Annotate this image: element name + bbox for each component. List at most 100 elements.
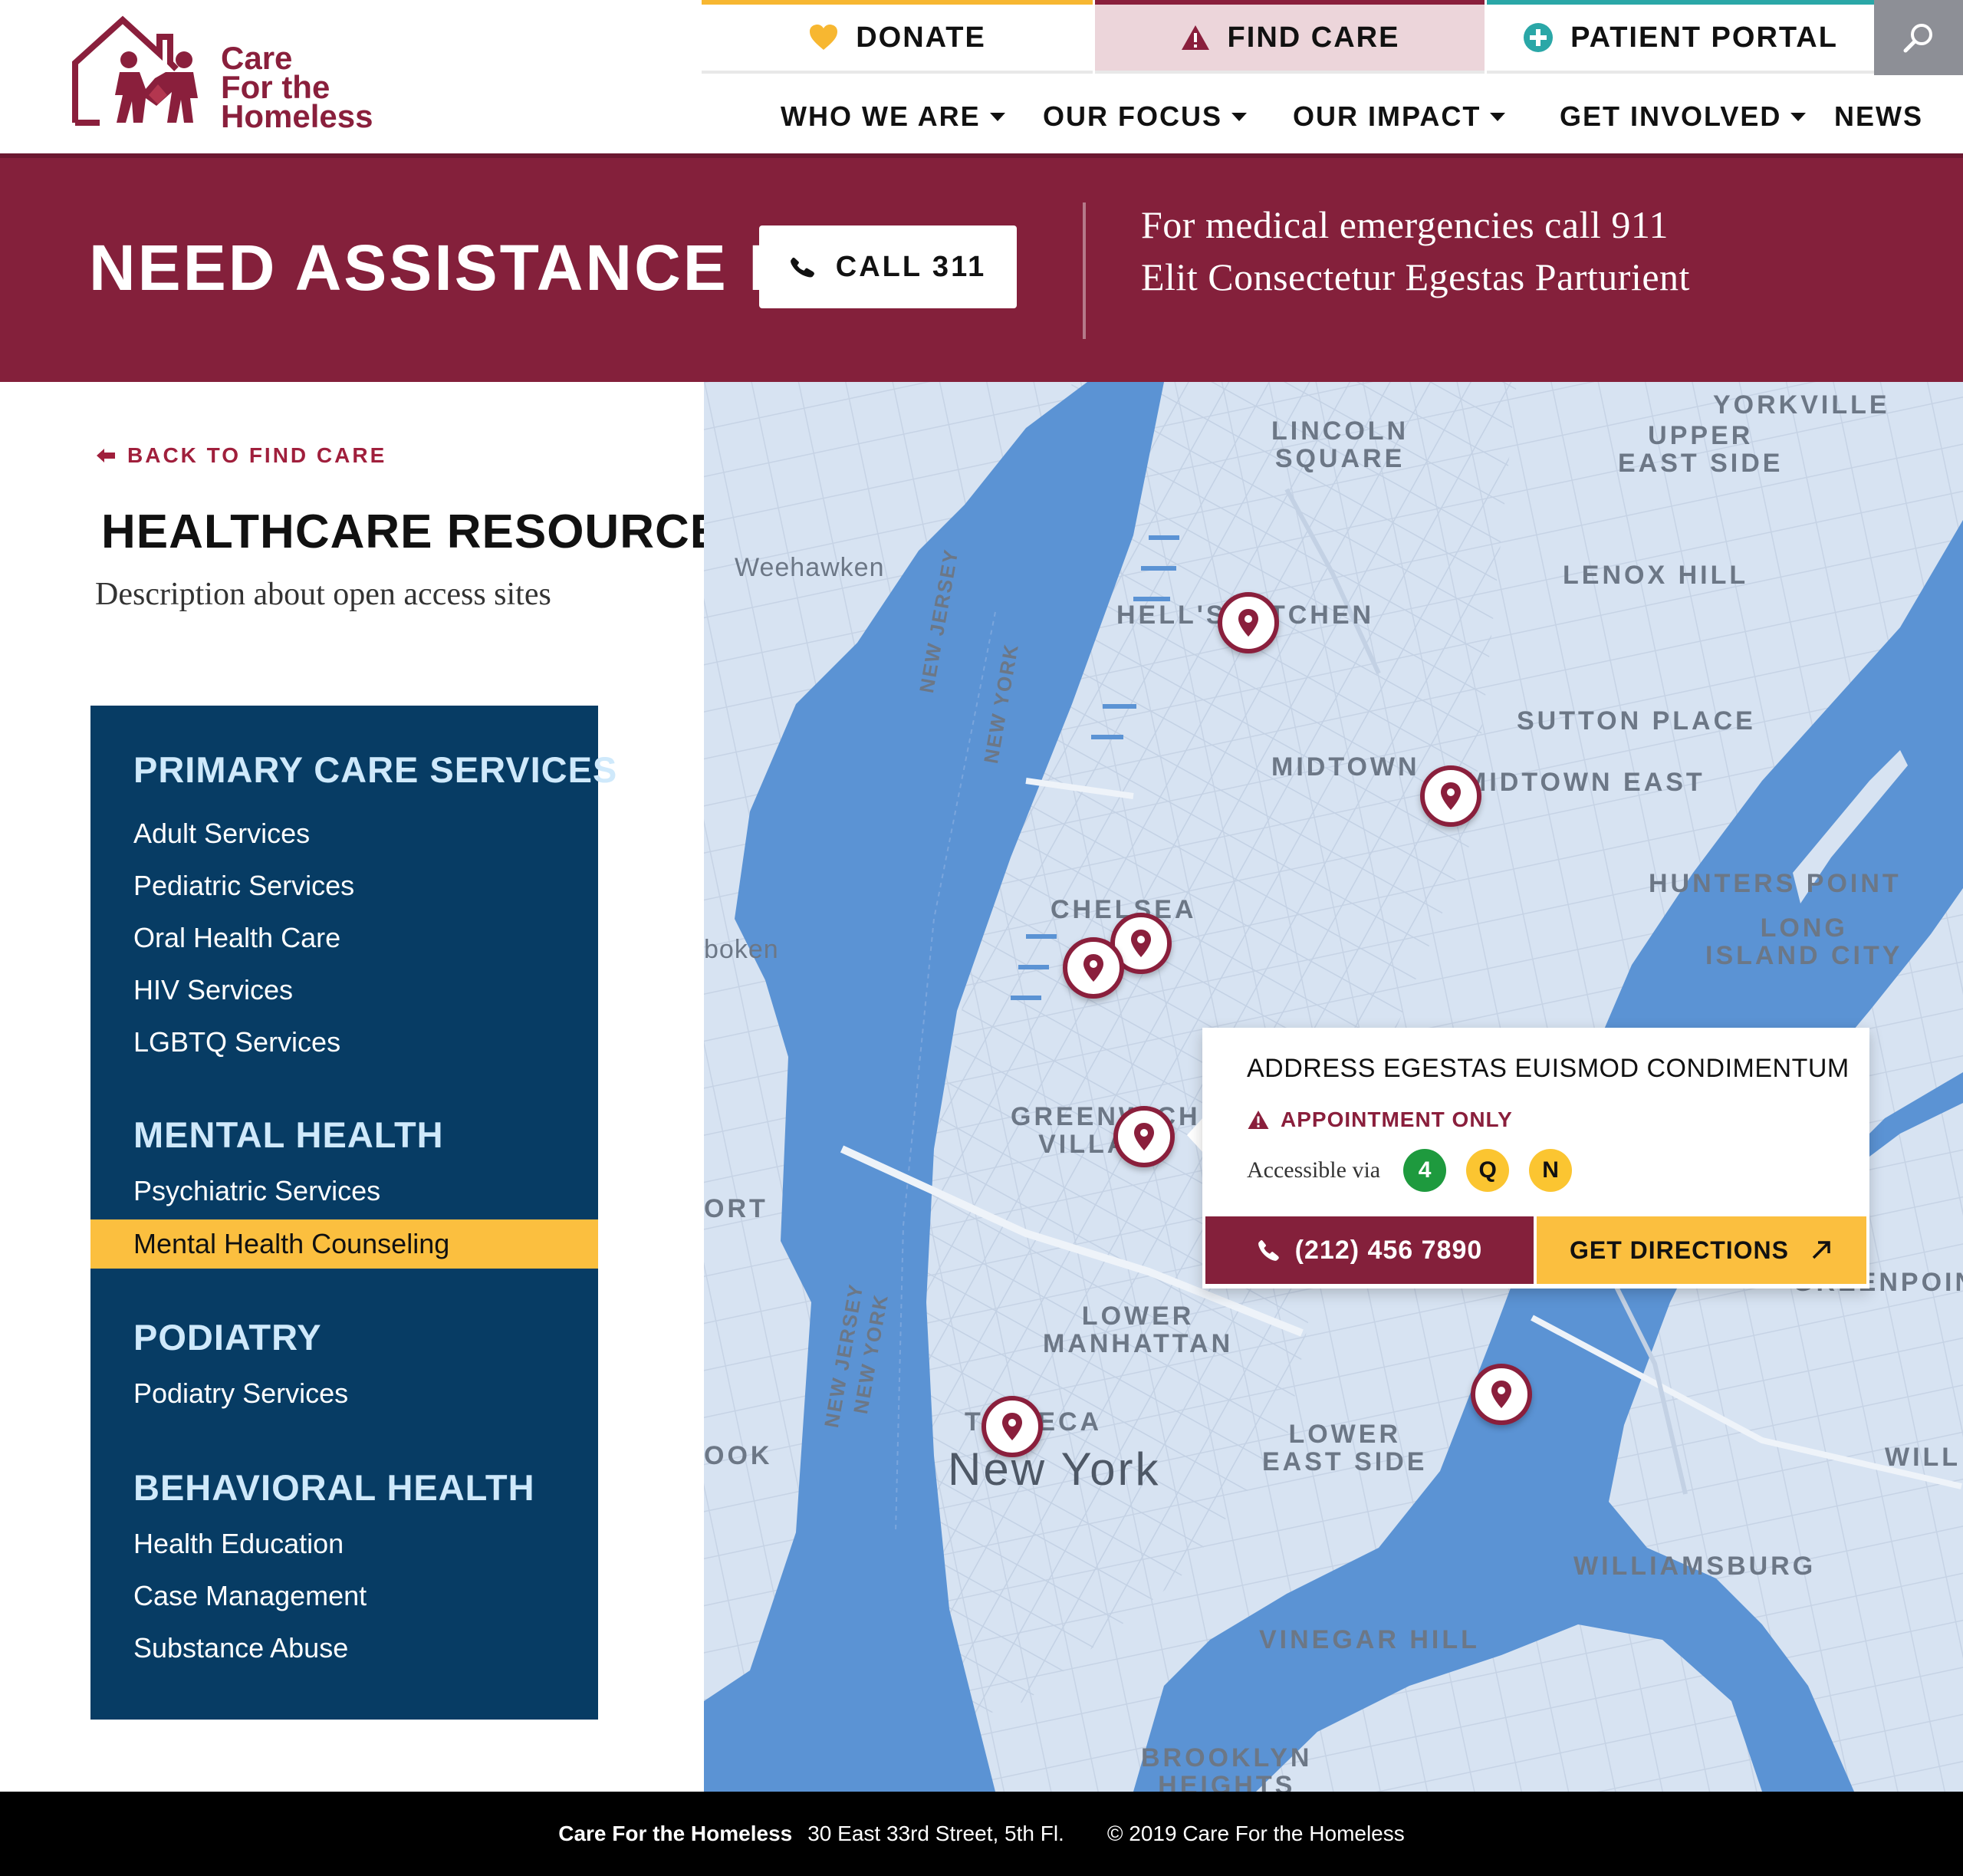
site-header: Care For the Homeless DONATE FIND CARE P… <box>0 0 1963 153</box>
call-311-button[interactable]: CALL 311 <box>759 225 1017 308</box>
group-heading-podiatry: PODIATRY <box>133 1317 322 1358</box>
search-button[interactable] <box>1874 0 1963 75</box>
service-link[interactable]: Substance Abuse <box>133 1632 348 1664</box>
map-label-lower-east-side: LOWER EAST SIDE <box>1262 1420 1428 1476</box>
location-pin-icon <box>1491 1381 1511 1408</box>
phone-icon <box>1258 1240 1279 1261</box>
patient-portal-link[interactable]: PATIENT PORTAL <box>1487 0 1874 74</box>
warning-icon <box>1248 1111 1269 1129</box>
service-link[interactable]: Oral Health Care <box>133 922 340 954</box>
appointment-only-badge: APPOINTMENT ONLY <box>1247 1107 1513 1132</box>
chevron-down-icon <box>1231 112 1247 121</box>
location-pin-icon <box>1002 1413 1022 1440</box>
map-label-port: ORT <box>704 1194 768 1223</box>
nav-who-we-are[interactable]: WHO WE ARE <box>781 92 1005 141</box>
find-care-label: FIND CARE <box>1227 21 1400 54</box>
location-pin[interactable] <box>1420 765 1481 827</box>
map-label-new-york: New York <box>948 1443 1161 1495</box>
location-pin[interactable] <box>1471 1364 1532 1425</box>
map-label-weehawken: Weehawken <box>735 553 885 582</box>
location-pin-icon <box>1441 782 1461 810</box>
logo-text-line3: Homeless <box>221 98 373 134</box>
nav-label: WHO WE ARE <box>781 100 981 132</box>
location-pin[interactable] <box>982 1396 1043 1457</box>
service-link[interactable]: Health Education <box>133 1528 344 1560</box>
arrow-left-icon <box>97 449 115 462</box>
nav-label: OUR FOCUS <box>1043 100 1222 132</box>
warning-icon <box>1181 25 1209 50</box>
group-heading-primary-care: PRIMARY CARE SERVICES <box>133 749 618 790</box>
map-label-brooklyn-heights: BROOKLYN HEIGHTS <box>1141 1743 1313 1792</box>
location-pin[interactable] <box>1218 592 1279 653</box>
group-heading-mental-health: MENTAL HEALTH <box>133 1114 444 1155</box>
popup-arrow <box>1187 1117 1204 1154</box>
patient-portal-label: PATIENT PORTAL <box>1570 21 1838 54</box>
search-icon <box>1903 24 1932 53</box>
map-label-upper-east-side: UPPER EAST SIDE <box>1618 421 1784 478</box>
phone-icon <box>790 257 814 278</box>
heart-icon <box>810 25 838 50</box>
train-lines: 4 Q N <box>1403 1149 1573 1192</box>
nav-label: NEWS <box>1834 100 1923 132</box>
logo-house-icon <box>72 15 198 126</box>
map-label-williamsburg: WILLIAMSBURG <box>1573 1552 1817 1581</box>
map-label-ook: OOK <box>704 1441 773 1470</box>
group-heading-behavioral-health: BEHAVIORAL HEALTH <box>133 1467 535 1508</box>
footer-copyright: © 2019 Care For the Homeless <box>1106 1822 1405 1845</box>
nav-our-focus[interactable]: OUR FOCUS <box>1043 92 1247 141</box>
location-pin-icon <box>1083 954 1103 982</box>
location-pin-icon <box>1134 1123 1154 1150</box>
logo[interactable]: Care For the Homeless <box>69 15 406 138</box>
banner-divider <box>1083 202 1086 339</box>
get-directions-button[interactable]: GET DIRECTIONS <box>1537 1216 1866 1284</box>
service-link[interactable]: Psychiatric Services <box>133 1175 380 1207</box>
nav-news[interactable]: NEWS <box>1834 92 1923 141</box>
banner-subtext: Elit Consectetur Egestas Parturient <box>1141 255 1690 298</box>
chevron-down-icon <box>1790 112 1807 121</box>
location-popup: ADDRESS EGESTAS EUISMOD CONDIMENTUM APPO… <box>1202 1028 1869 1289</box>
find-care-link[interactable]: FIND CARE <box>1095 0 1485 74</box>
banner-emergency-text: For medical emergencies call 911 <box>1141 203 1669 246</box>
page-title: HEALTHCARE RESOURCES <box>101 505 755 558</box>
map-label-yorkville: YORKVILLE <box>1713 390 1890 420</box>
location-pin[interactable] <box>1063 937 1124 999</box>
resources-sidebar: BACK TO FIND CARE HEALTHCARE RESOURCES D… <box>0 382 754 1792</box>
accessible-via-row: Accessible via 4 Q N <box>1247 1149 1573 1192</box>
train-4-icon: 4 <box>1403 1149 1447 1192</box>
service-link[interactable]: Podiatry Services <box>133 1377 348 1410</box>
service-link[interactable]: Case Management <box>133 1580 367 1612</box>
service-link[interactable]: Pediatric Services <box>133 870 354 902</box>
back-label: BACK TO FIND CARE <box>127 443 387 467</box>
appointment-only-label: APPOINTMENT ONLY <box>1281 1107 1513 1131</box>
back-to-find-care-link[interactable]: BACK TO FIND CARE <box>95 443 386 468</box>
footer-address: 30 East 33rd Street, 5th Fl. <box>807 1822 1064 1845</box>
service-link[interactable]: LGBTQ Services <box>133 1026 340 1058</box>
nav-our-impact[interactable]: OUR IMPACT <box>1293 92 1506 141</box>
nav-get-involved[interactable]: GET INVOLVED <box>1560 92 1807 141</box>
service-link[interactable]: Adult Services <box>133 818 310 850</box>
donate-link[interactable]: DONATE <box>702 0 1093 74</box>
map-label-hunters-point: HUNTERS POINT <box>1649 869 1902 898</box>
map-label-lenox-hill: LENOX HILL <box>1563 561 1749 590</box>
map-label-lincoln-square: LINCOLN SQUARE <box>1271 416 1409 473</box>
train-n-icon: N <box>1529 1149 1573 1192</box>
location-pin-icon <box>1131 930 1151 957</box>
accessible-via-label: Accessible via <box>1247 1157 1381 1183</box>
arrow-up-right-icon <box>1812 1241 1830 1259</box>
phone-number: (212) 456 7890 <box>1294 1235 1483 1265</box>
map-label-sutton-place: SUTTON PLACE <box>1517 706 1756 736</box>
assistance-banner: NEED ASSISTANCE NOW? CALL 311 For medica… <box>0 153 1963 382</box>
service-link-active[interactable]: Mental Health Counseling <box>90 1219 598 1269</box>
plus-circle-icon <box>1524 23 1554 52</box>
service-link[interactable]: HIV Services <box>133 974 293 1006</box>
location-pin-selected[interactable] <box>1113 1106 1175 1167</box>
care-map[interactable]: LINCOLN SQUARE YORKVILLE UPPER EAST SIDE… <box>704 382 1963 1792</box>
get-directions-label: GET DIRECTIONS <box>1569 1236 1789 1264</box>
services-panel: PRIMARY CARE SERVICES Adult Services Ped… <box>90 706 617 1720</box>
donate-label: DONATE <box>856 21 986 54</box>
map-label-will: WILL <box>1885 1443 1961 1472</box>
phone-button[interactable]: (212) 456 7890 <box>1205 1216 1534 1284</box>
map-label-long-island-city: LONG ISLAND CITY <box>1705 913 1903 970</box>
site-footer: Care For the Homeless 30 East 33rd Stree… <box>0 1792 1963 1876</box>
map-label-midtown: MIDTOWN <box>1271 752 1420 782</box>
